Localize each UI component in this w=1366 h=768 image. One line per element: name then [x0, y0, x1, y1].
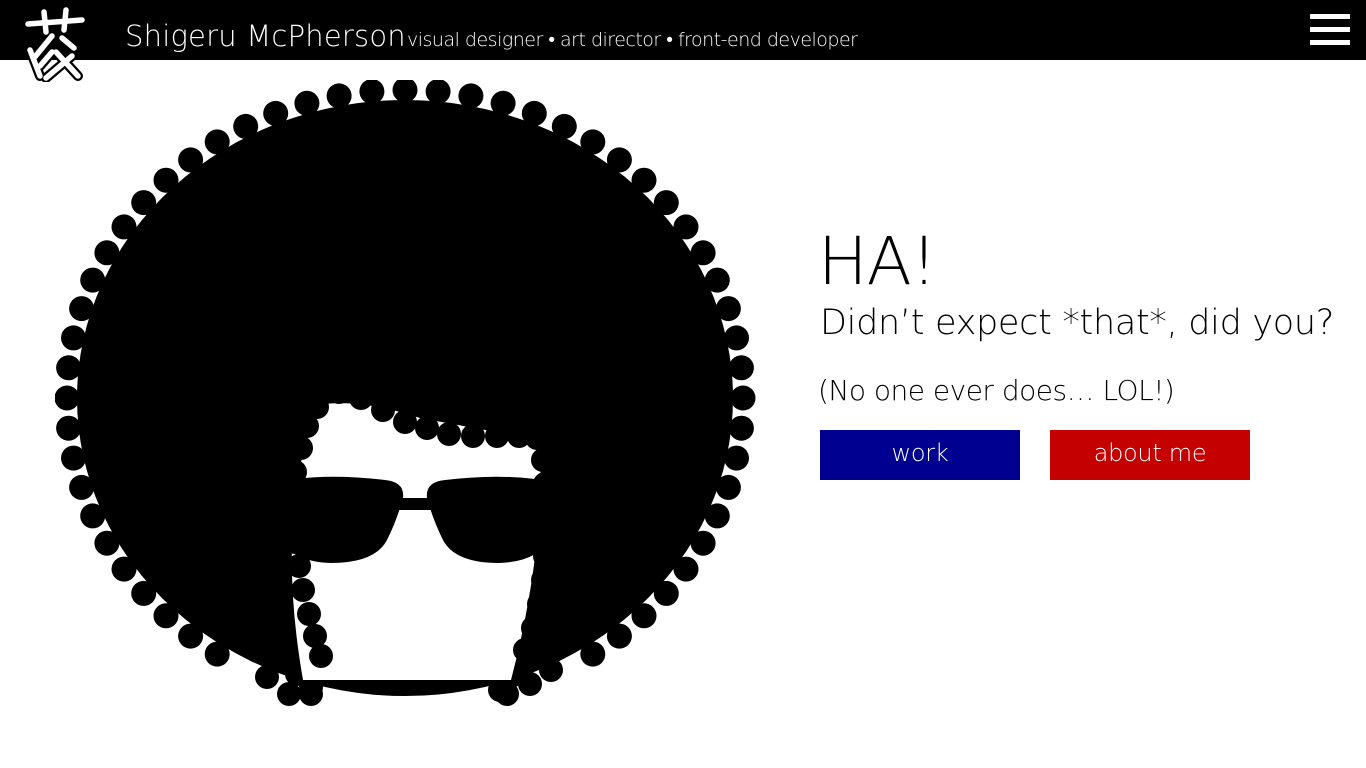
- subhead: Didn’t expect *that*, did you?: [820, 303, 1335, 343]
- site-tagline: visual designer • art director • front-e…: [407, 29, 858, 51]
- top-bar: Shigeru McPherson visual designer • art …: [0, 0, 1366, 60]
- afro-sunglasses-illustration: [55, 80, 756, 706]
- site-name[interactable]: Shigeru McPherson: [125, 17, 406, 55]
- about-me-button[interactable]: about me: [1050, 430, 1250, 480]
- headline: HA!: [818, 223, 937, 300]
- work-button[interactable]: work: [820, 430, 1020, 480]
- aside-text: (No one ever does… LOL!): [818, 374, 1175, 407]
- kanji-logo-icon[interactable]: [22, 6, 88, 82]
- hamburger-menu-icon[interactable]: [1306, 10, 1350, 50]
